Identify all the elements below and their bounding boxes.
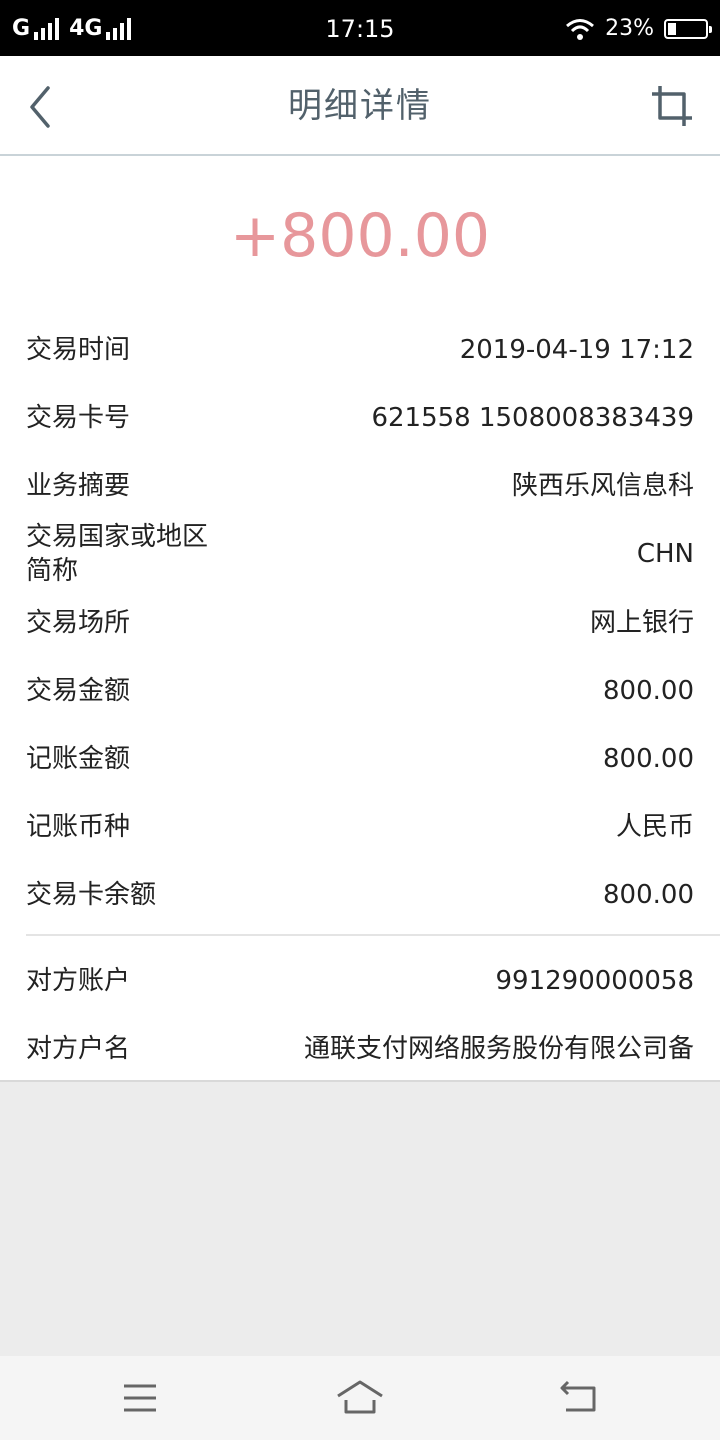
detail-value: 991290000058 (495, 966, 694, 996)
detail-label: 记账币种 (26, 812, 131, 842)
menu-icon (124, 1384, 156, 1412)
page-title: 明细详情 (288, 86, 432, 126)
detail-label-line2: 简称 (26, 556, 79, 586)
crop-icon (652, 86, 692, 126)
detail-value: 人民币 (615, 812, 694, 842)
detail-label: 交易金额 (26, 676, 131, 706)
battery-percent: 23% (605, 16, 654, 41)
transaction-amount: +800.00 (229, 201, 491, 271)
system-nav-bar (0, 1356, 720, 1440)
detail-label: 对方户名 (26, 1034, 131, 1064)
detail-label-line1: 交易国家或地区 (26, 522, 209, 552)
nav-bar: 明细详情 (0, 56, 720, 156)
detail-value: 通联支付网络服务股份有限公司备 (303, 1034, 694, 1064)
detail-row-country: 交易国家或地区 简称 CHN (26, 520, 694, 588)
menu-button[interactable] (118, 1378, 162, 1418)
detail-value: 2019-04-19 17:12 (459, 335, 694, 365)
detail-label: 对方账户 (26, 966, 131, 996)
detail-panel: +800.00 交易时间 2019-04-19 17:12 交易卡号 62155… (0, 156, 720, 1082)
detail-label: 交易场所 (26, 608, 131, 638)
status-bar: G 4G 17:15 23% (0, 0, 720, 56)
home-icon (337, 1380, 383, 1414)
detail-value: 800.00 (603, 744, 694, 774)
detail-value: 网上银行 (589, 608, 694, 638)
detail-label: 交易卡号 (26, 403, 131, 433)
battery-icon (664, 19, 712, 39)
detail-label: 记账金额 (26, 744, 131, 774)
detail-label: 交易国家或地区 简称 (26, 520, 208, 588)
home-button[interactable] (334, 1378, 386, 1418)
status-right: 23% (565, 14, 712, 44)
section-divider (26, 934, 720, 936)
crop-button[interactable] (650, 84, 694, 128)
detail-label: 交易卡余额 (26, 880, 157, 910)
detail-value: 621558 1508008383439 (371, 403, 694, 433)
detail-value: 800.00 (603, 880, 694, 910)
return-icon (560, 1380, 596, 1412)
return-button[interactable] (558, 1378, 602, 1418)
detail-value: 800.00 (603, 676, 694, 706)
detail-label: 交易时间 (26, 335, 131, 365)
detail-value: CHN (636, 539, 694, 569)
battery-level (668, 23, 676, 35)
detail-value: 陕西乐风信息科 (511, 471, 694, 501)
wifi-icon (566, 19, 595, 40)
detail-label: 业务摘要 (26, 471, 131, 501)
